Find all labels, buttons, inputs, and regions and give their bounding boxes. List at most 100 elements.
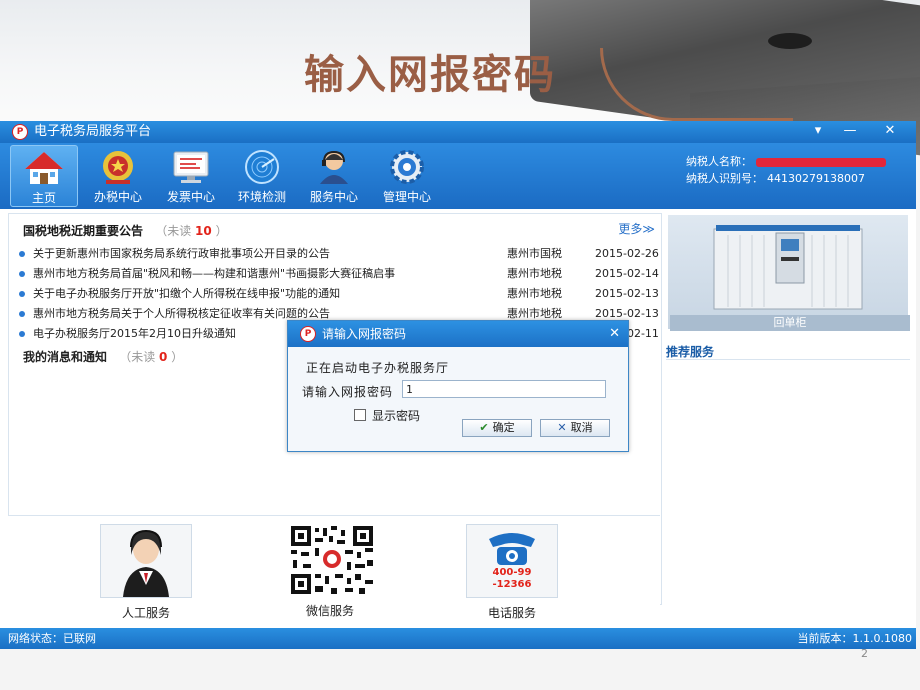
receipt-cabinet-caption: 回单柜 xyxy=(670,315,910,331)
gear-icon xyxy=(390,150,424,184)
messages-unread-suffix: ） xyxy=(171,350,184,364)
messages-unread-prefix: （未读 xyxy=(119,350,156,364)
unread-counter: （未读 10 ） xyxy=(155,224,227,238)
service-phone[interactable]: 400-99 -12366 电话服务 xyxy=(452,524,572,621)
customer-service-agent-icon xyxy=(100,524,192,598)
announcement-date: 2015-02-26 xyxy=(595,247,659,260)
dialog-title: 请输入网报密码 xyxy=(322,327,407,341)
app-logo-icon: P xyxy=(12,124,28,140)
services-bar: 人工服务 微信服务 400-99 -12366 电话服务 xyxy=(8,515,660,626)
check-icon: ✔ xyxy=(479,421,489,434)
announcements-header: 国税地税近期重要公告 （未读 10 ） xyxy=(23,222,228,239)
taxpayer-name-redacted xyxy=(756,157,886,167)
service-phone-label: 电话服务 xyxy=(487,606,536,620)
tab-management-center[interactable]: 管理中心 xyxy=(373,145,441,207)
announcements-title: 国税地税近期重要公告 xyxy=(23,224,144,238)
receipt-cabinet-image xyxy=(713,225,863,310)
messages-unread-count: 0 xyxy=(159,350,168,364)
tab-home[interactable]: 主页 xyxy=(10,145,78,207)
radar-icon xyxy=(245,150,279,184)
checkbox-icon[interactable] xyxy=(354,409,366,421)
tab-tax-center-label: 办税中心 xyxy=(93,190,142,204)
service-wechat[interactable]: 微信服务 xyxy=(270,524,390,619)
announcement-title[interactable]: 关于更新惠州市国家税务局系统行政审批事项公开目录的公告 xyxy=(33,244,503,264)
support-agent-icon xyxy=(320,150,348,184)
messages-title: 我的消息和通知 xyxy=(23,350,108,364)
announcement-source: 惠州市国税 xyxy=(507,247,562,260)
list-item[interactable]: 惠州市地方税务局首届"税风和畅——构建和谐惠州"书画摄影大赛征稿启事 惠州市地税… xyxy=(9,264,661,284)
qr-code-icon xyxy=(285,524,375,596)
service-wechat-label: 微信服务 xyxy=(305,604,354,618)
minimize-button[interactable]: — xyxy=(839,121,861,143)
taxpayer-name-label: 纳税人名称： xyxy=(686,155,752,168)
show-password-checkbox[interactable]: 显示密码 xyxy=(354,407,420,424)
password-dialog: P 请输入网报密码 ✕ 正在启动电子办税服务厅 请输入网报密码 1 显示密码 ✔… xyxy=(287,320,629,452)
list-item[interactable]: 关于更新惠州市国家税务局系统行政审批事项公开目录的公告 惠州市国税 2015-0… xyxy=(9,244,661,264)
more-link[interactable]: 更多≫ xyxy=(618,220,655,237)
page-number: 2 xyxy=(861,647,868,660)
password-label: 请输入网报密码 xyxy=(302,385,394,399)
dialog-message: 正在启动电子办税服务厅 xyxy=(306,361,450,375)
home-icon xyxy=(25,152,63,184)
service-human[interactable]: 人工服务 xyxy=(86,524,206,621)
announcement-date: 2015-02-14 xyxy=(595,267,659,280)
right-panel: 回单柜 推荐服务 xyxy=(666,213,910,627)
bullet-icon xyxy=(19,331,25,337)
receipt-cabinet-banner[interactable]: 回单柜 xyxy=(668,215,910,331)
announcement-source: 惠州市地税 xyxy=(507,287,562,300)
show-password-label: 显示密码 xyxy=(372,409,421,423)
cross-icon: ✕ xyxy=(557,421,567,434)
cancel-button-label: 取消 xyxy=(570,421,593,434)
taxpayer-id-label: 纳税人识别号： xyxy=(686,172,763,185)
messages-header: 我的消息和通知 （未读 0 ） xyxy=(23,348,183,365)
app-title: 电子税务局服务平台 xyxy=(34,124,152,139)
dialog-close-button[interactable]: ✕ xyxy=(609,321,620,347)
dropdown-menu-button[interactable]: ▾ xyxy=(807,121,829,143)
service-human-label: 人工服务 xyxy=(121,606,170,620)
version-info: 当前版本：1.1.0.1080 xyxy=(797,632,912,645)
title-bar: P 电子税务局服务平台 ▾ — ✕ xyxy=(0,121,916,143)
taxpayer-id-value: 44130279138007 xyxy=(767,172,865,185)
slide-title: 输入网报密码 xyxy=(304,52,556,98)
announcement-title[interactable]: 关于电子办税服务厅开放"扣缴个人所得税在线申报"功能的通知 xyxy=(33,284,503,304)
dialog-title-bar: P 请输入网报密码 ✕ xyxy=(288,321,628,347)
close-button[interactable]: ✕ xyxy=(879,121,901,143)
bullet-icon xyxy=(19,291,25,297)
bullet-icon xyxy=(19,311,25,317)
password-input[interactable]: 1 xyxy=(402,380,606,398)
tab-management-center-label: 管理中心 xyxy=(382,190,431,204)
dialog-body: 正在启动电子办税服务厅 请输入网报密码 1 显示密码 ✔ 确定 ✕ 取消 xyxy=(288,347,628,451)
tab-environment-check[interactable]: 环境检测 xyxy=(228,145,296,207)
dialog-logo-icon: P xyxy=(300,326,316,342)
divider xyxy=(666,359,910,360)
taxpayer-info: 纳税人名称： 纳税人识别号： 44130279138007 xyxy=(686,153,886,187)
recommended-services-header: 推荐服务 xyxy=(666,345,715,359)
network-status: 网络状态：已联网 xyxy=(8,632,96,645)
unread-prefix: （未读 xyxy=(155,224,192,238)
main-toolbar: 主页 办税中心 发票中心 环境检测 服务中心 管理中心 纳税人名称： 纳税人识别… xyxy=(0,143,916,209)
tax-emblem-icon xyxy=(103,151,133,184)
tab-environment-check-label: 环境检测 xyxy=(237,190,286,204)
status-bar: 网络状态：已联网 当前版本：1.1.0.1080 xyxy=(0,628,916,649)
invoice-monitor-icon xyxy=(173,151,209,183)
announcement-title[interactable]: 惠州市地方税务局首届"税风和畅——构建和谐惠州"书画摄影大赛征稿启事 xyxy=(33,264,503,284)
list-item[interactable]: 关于电子办税服务厅开放"扣缴个人所得税在线申报"功能的通知 惠州市地税 2015… xyxy=(9,284,661,304)
tab-service-center[interactable]: 服务中心 xyxy=(300,145,368,207)
cancel-button[interactable]: ✕ 取消 xyxy=(540,419,610,437)
ok-button-label: 确定 xyxy=(492,421,515,434)
bullet-icon xyxy=(19,271,25,277)
unread-count: 10 xyxy=(195,224,212,238)
announcement-source: 惠州市地税 xyxy=(507,267,562,280)
tab-invoice-center[interactable]: 发票中心 xyxy=(157,145,225,207)
tab-invoice-center-label: 发票中心 xyxy=(166,190,215,204)
tab-tax-center[interactable]: 办税中心 xyxy=(84,145,152,207)
announcement-date: 2015-02-13 xyxy=(595,287,659,300)
unread-suffix: ） xyxy=(215,224,228,238)
ok-button[interactable]: ✔ 确定 xyxy=(462,419,532,437)
tab-service-center-label: 服务中心 xyxy=(309,190,358,204)
telephone-icon: 400-99 -12366 xyxy=(466,524,558,598)
tab-home-label: 主页 xyxy=(31,191,56,205)
phone-number: 400-99 -12366 xyxy=(492,567,532,590)
bullet-icon xyxy=(19,251,25,257)
messages-unread-counter: （未读 0 ） xyxy=(119,350,183,364)
